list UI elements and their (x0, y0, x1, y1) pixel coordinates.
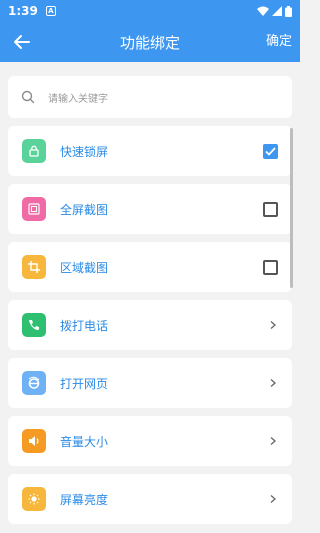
chevron-right-icon (270, 379, 276, 387)
scrollbar[interactable] (290, 128, 293, 288)
app-header: 功能绑定 确定 (0, 22, 300, 62)
notification-badge-letter: A (48, 6, 54, 15)
phone-icon (22, 313, 46, 337)
status-icons (257, 5, 292, 17)
battery-icon (285, 5, 292, 17)
confirm-button[interactable]: 确定 (266, 22, 292, 62)
chevron-right-icon (270, 321, 276, 329)
search-input[interactable]: 请输入关键字 (48, 90, 108, 105)
function-list: 请输入关键字 快速锁屏 全屏截图 区域截图 拨打电话 打开网页 音量大小 屏幕亮… (0, 62, 300, 524)
item-label: 区域截图 (60, 260, 109, 275)
status-bar: 1:39 A (0, 0, 300, 22)
chevron-right-icon (270, 437, 276, 445)
list-item-open-webpage[interactable]: 打开网页 (8, 358, 292, 408)
notification-a-icon: A (45, 6, 56, 16)
item-label: 打开网页 (60, 376, 109, 391)
search-icon (21, 90, 35, 104)
checkbox-unchecked[interactable] (263, 259, 278, 275)
list-item-area-screenshot[interactable]: 区域截图 (8, 242, 292, 292)
check-icon (265, 146, 276, 156)
search-bar[interactable]: 请输入关键字 (8, 76, 292, 118)
item-label: 快速锁屏 (60, 144, 109, 159)
list-item-make-call[interactable]: 拨打电话 (8, 300, 292, 350)
checkbox-unchecked[interactable] (263, 201, 278, 217)
signal-icon (272, 6, 282, 16)
item-label: 拨打电话 (60, 318, 109, 333)
crop-icon (22, 255, 46, 279)
fullscreen-screenshot-icon (22, 197, 46, 221)
chevron-right-icon (270, 495, 276, 503)
status-time: 1:39 (8, 4, 38, 18)
list-item-volume[interactable]: 音量大小 (8, 416, 292, 466)
wifi-icon (257, 6, 269, 16)
lock-icon (22, 139, 46, 163)
item-label: 音量大小 (60, 434, 109, 449)
volume-icon (22, 429, 46, 453)
item-label: 屏幕亮度 (60, 492, 109, 507)
item-label: 全屏截图 (60, 202, 109, 217)
list-item-quick-lock[interactable]: 快速锁屏 (8, 126, 292, 176)
list-item-brightness[interactable]: 屏幕亮度 (8, 474, 292, 524)
browser-icon (22, 371, 46, 395)
back-arrow-icon[interactable] (12, 32, 32, 52)
screen: 1:39 A 功能绑定 确定 请输入关键字 快速锁屏 全屏截图 区域截图 拨打电… (0, 0, 300, 533)
list-item-fullscreen-screenshot[interactable]: 全屏截图 (8, 184, 292, 234)
brightness-icon (22, 487, 46, 511)
checkbox-checked[interactable] (263, 143, 278, 159)
page-title: 功能绑定 (119, 33, 180, 52)
